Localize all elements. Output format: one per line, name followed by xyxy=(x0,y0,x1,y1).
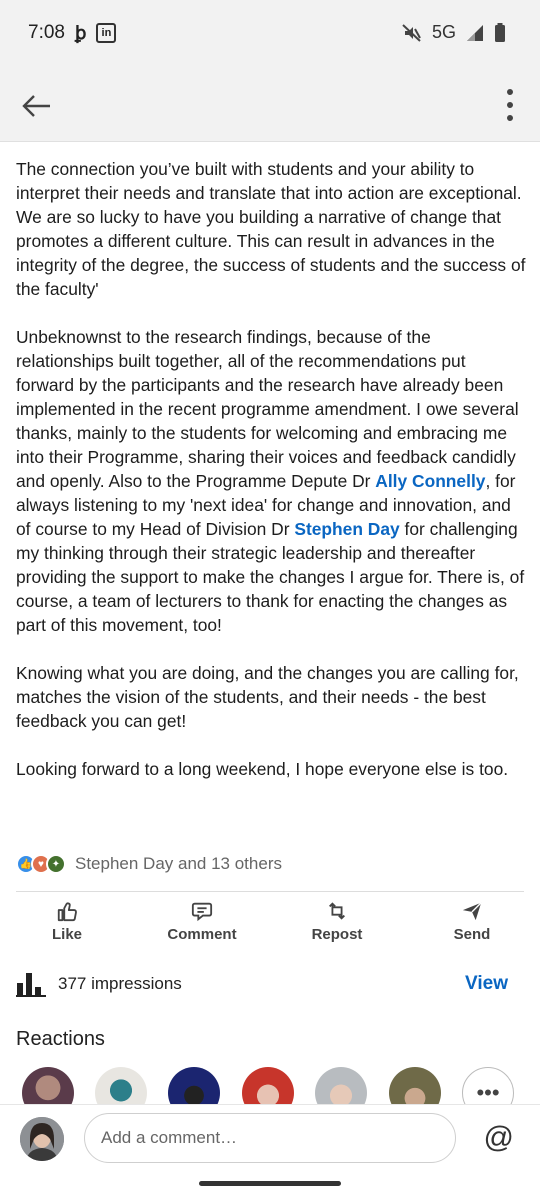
reactions-summary[interactable]: 👍 ♥ ✦ Stephen Day and 13 others xyxy=(16,851,282,877)
like-label: Like xyxy=(51,926,82,943)
avatar[interactable] xyxy=(22,1067,74,1107)
top-app-bar xyxy=(0,68,540,142)
repost-button[interactable]: Repost xyxy=(282,900,392,943)
status-time: 7:08 xyxy=(28,22,65,43)
post-paragraph: Knowing what you are doing, and the chan… xyxy=(16,663,519,731)
repost-icon xyxy=(329,902,345,920)
divider xyxy=(16,891,524,892)
comment-label: Comment xyxy=(167,926,237,943)
threads-icon: ꝧ xyxy=(74,22,87,43)
battery-icon xyxy=(495,22,505,42)
user-avatar xyxy=(20,1117,64,1161)
comment-button[interactable]: Comment xyxy=(147,900,257,943)
view-analytics-link[interactable]: View xyxy=(465,973,508,995)
like-button[interactable]: Like xyxy=(12,900,122,943)
post-paragraph: Unbeknownst to the research findings, be… xyxy=(16,325,526,637)
status-bar: 7:08 ꝧ in 5G xyxy=(0,0,540,68)
thumbs-up-icon xyxy=(57,902,77,922)
reactor-avatars: ••• xyxy=(22,1067,522,1107)
send-icon xyxy=(462,902,482,921)
reactions-heading: Reactions xyxy=(16,1028,105,1050)
comment-bar: @ xyxy=(0,1104,540,1200)
linkedin-icon: in xyxy=(96,23,117,43)
mention-link[interactable]: Stephen Day xyxy=(294,519,399,539)
post-body: The connection you’ve built with student… xyxy=(16,157,526,805)
impressions-count: 377 impressions xyxy=(58,974,182,993)
avatar[interactable] xyxy=(95,1067,147,1107)
mention-link[interactable]: Ally Connelly xyxy=(375,471,485,491)
comment-icon xyxy=(191,902,213,922)
avatar[interactable] xyxy=(242,1067,294,1107)
send-button[interactable]: Send xyxy=(417,900,527,943)
signal-icon xyxy=(467,24,483,41)
avatar[interactable] xyxy=(168,1067,220,1107)
insightful-icon: ✦ xyxy=(46,854,66,874)
reactions-summary-text: Stephen Day and 13 others xyxy=(75,854,282,873)
arrow-left-icon[interactable] xyxy=(20,90,52,122)
mention-button[interactable]: @ xyxy=(484,1121,514,1155)
post-paragraph: Looking forward to a long weekend, I hop… xyxy=(16,759,509,779)
post-text-segment: Unbeknownst to the research findings, be… xyxy=(16,327,519,491)
avatar[interactable] xyxy=(389,1067,441,1107)
network-type: 5G xyxy=(431,22,456,42)
home-indicator[interactable] xyxy=(199,1181,341,1186)
mute-icon xyxy=(402,23,421,42)
bar-chart-icon xyxy=(16,973,46,997)
comment-input[interactable] xyxy=(84,1113,456,1163)
status-left: 7:08 ꝧ in xyxy=(28,22,117,44)
more-reactions-button[interactable]: ••• xyxy=(462,1067,514,1107)
post-paragraph: The connection you’ve built with student… xyxy=(16,159,526,299)
send-label: Send xyxy=(453,926,491,943)
status-right: 5G xyxy=(402,22,506,43)
avatar[interactable] xyxy=(315,1067,367,1107)
impressions-row: 377 impressions View xyxy=(16,968,524,1000)
repost-label: Repost xyxy=(311,926,363,943)
more-vertical-icon[interactable] xyxy=(504,88,516,122)
post-actions: Like Comment Repost Send xyxy=(0,900,540,948)
